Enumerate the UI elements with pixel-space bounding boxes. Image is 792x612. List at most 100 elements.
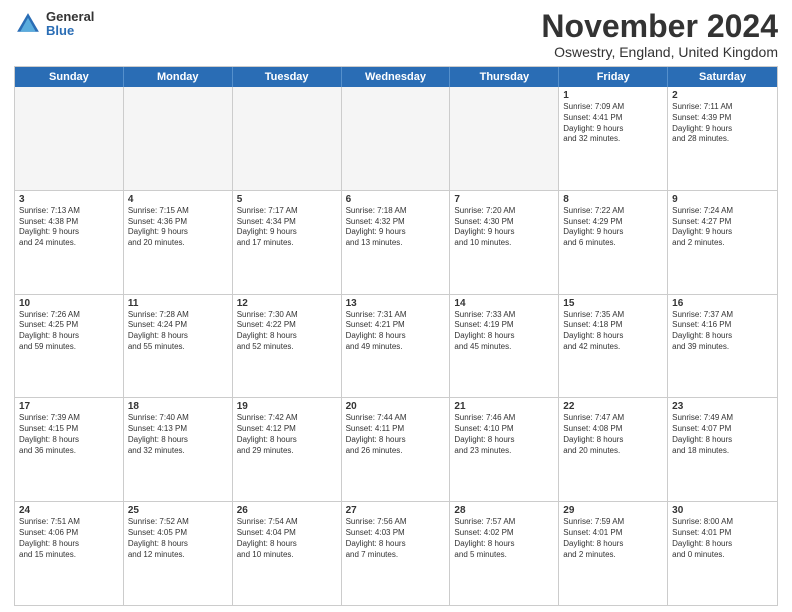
day-number: 9: [672, 194, 773, 205]
day-info: Sunrise: 8:00 AM Sunset: 4:01 PM Dayligh…: [672, 517, 773, 560]
day-info: Sunrise: 7:49 AM Sunset: 4:07 PM Dayligh…: [672, 413, 773, 456]
calendar-row: 1Sunrise: 7:09 AM Sunset: 4:41 PM Daylig…: [15, 87, 777, 190]
calendar-header-cell: Wednesday: [342, 67, 451, 87]
calendar-cell: 20Sunrise: 7:44 AM Sunset: 4:11 PM Dayli…: [342, 398, 451, 501]
calendar-cell: 9Sunrise: 7:24 AM Sunset: 4:27 PM Daylig…: [668, 191, 777, 294]
day-number: 27: [346, 505, 446, 516]
logo: General Blue: [14, 10, 94, 39]
day-number: 7: [454, 194, 554, 205]
calendar-cell: 18Sunrise: 7:40 AM Sunset: 4:13 PM Dayli…: [124, 398, 233, 501]
calendar-header-cell: Saturday: [668, 67, 777, 87]
calendar-cell: 6Sunrise: 7:18 AM Sunset: 4:32 PM Daylig…: [342, 191, 451, 294]
calendar-cell: 12Sunrise: 7:30 AM Sunset: 4:22 PM Dayli…: [233, 295, 342, 398]
logo-text: General Blue: [46, 10, 94, 39]
day-number: 1: [563, 90, 663, 101]
calendar-cell: 3Sunrise: 7:13 AM Sunset: 4:38 PM Daylig…: [15, 191, 124, 294]
calendar-cell: 26Sunrise: 7:54 AM Sunset: 4:04 PM Dayli…: [233, 502, 342, 605]
day-info: Sunrise: 7:42 AM Sunset: 4:12 PM Dayligh…: [237, 413, 337, 456]
calendar-header-cell: Friday: [559, 67, 668, 87]
page: General Blue November 2024 Oswestry, Eng…: [0, 0, 792, 612]
day-number: 8: [563, 194, 663, 205]
day-number: 11: [128, 298, 228, 309]
day-number: 13: [346, 298, 446, 309]
day-info: Sunrise: 7:40 AM Sunset: 4:13 PM Dayligh…: [128, 413, 228, 456]
day-info: Sunrise: 7:52 AM Sunset: 4:05 PM Dayligh…: [128, 517, 228, 560]
day-number: 10: [19, 298, 119, 309]
day-number: 21: [454, 401, 554, 412]
calendar-cell: 21Sunrise: 7:46 AM Sunset: 4:10 PM Dayli…: [450, 398, 559, 501]
day-number: 23: [672, 401, 773, 412]
day-info: Sunrise: 7:39 AM Sunset: 4:15 PM Dayligh…: [19, 413, 119, 456]
day-number: 26: [237, 505, 337, 516]
day-number: 12: [237, 298, 337, 309]
calendar: SundayMondayTuesdayWednesdayThursdayFrid…: [14, 66, 778, 606]
day-number: 24: [19, 505, 119, 516]
day-number: 15: [563, 298, 663, 309]
calendar-cell: 28Sunrise: 7:57 AM Sunset: 4:02 PM Dayli…: [450, 502, 559, 605]
logo-blue: Blue: [46, 24, 94, 38]
day-info: Sunrise: 7:15 AM Sunset: 4:36 PM Dayligh…: [128, 206, 228, 249]
calendar-cell: 10Sunrise: 7:26 AM Sunset: 4:25 PM Dayli…: [15, 295, 124, 398]
calendar-cell: 29Sunrise: 7:59 AM Sunset: 4:01 PM Dayli…: [559, 502, 668, 605]
day-info: Sunrise: 7:33 AM Sunset: 4:19 PM Dayligh…: [454, 310, 554, 353]
day-number: 28: [454, 505, 554, 516]
calendar-cell: 30Sunrise: 8:00 AM Sunset: 4:01 PM Dayli…: [668, 502, 777, 605]
day-number: 6: [346, 194, 446, 205]
calendar-header: SundayMondayTuesdayWednesdayThursdayFrid…: [15, 67, 777, 87]
calendar-cell: 4Sunrise: 7:15 AM Sunset: 4:36 PM Daylig…: [124, 191, 233, 294]
day-number: 2: [672, 90, 773, 101]
calendar-cell: 11Sunrise: 7:28 AM Sunset: 4:24 PM Dayli…: [124, 295, 233, 398]
calendar-cell: [342, 87, 451, 190]
day-info: Sunrise: 7:09 AM Sunset: 4:41 PM Dayligh…: [563, 102, 663, 145]
calendar-cell: [124, 87, 233, 190]
logo-icon: [14, 10, 42, 38]
calendar-row: 17Sunrise: 7:39 AM Sunset: 4:15 PM Dayli…: [15, 397, 777, 501]
logo-general: General: [46, 10, 94, 24]
calendar-header-cell: Tuesday: [233, 67, 342, 87]
calendar-cell: 25Sunrise: 7:52 AM Sunset: 4:05 PM Dayli…: [124, 502, 233, 605]
location: Oswestry, England, United Kingdom: [541, 44, 778, 60]
day-info: Sunrise: 7:24 AM Sunset: 4:27 PM Dayligh…: [672, 206, 773, 249]
day-info: Sunrise: 7:51 AM Sunset: 4:06 PM Dayligh…: [19, 517, 119, 560]
day-info: Sunrise: 7:44 AM Sunset: 4:11 PM Dayligh…: [346, 413, 446, 456]
day-info: Sunrise: 7:37 AM Sunset: 4:16 PM Dayligh…: [672, 310, 773, 353]
calendar-cell: 13Sunrise: 7:31 AM Sunset: 4:21 PM Dayli…: [342, 295, 451, 398]
day-info: Sunrise: 7:59 AM Sunset: 4:01 PM Dayligh…: [563, 517, 663, 560]
day-number: 3: [19, 194, 119, 205]
month-title: November 2024: [541, 10, 778, 42]
day-number: 22: [563, 401, 663, 412]
calendar-cell: 14Sunrise: 7:33 AM Sunset: 4:19 PM Dayli…: [450, 295, 559, 398]
day-info: Sunrise: 7:13 AM Sunset: 4:38 PM Dayligh…: [19, 206, 119, 249]
calendar-cell: [450, 87, 559, 190]
day-info: Sunrise: 7:26 AM Sunset: 4:25 PM Dayligh…: [19, 310, 119, 353]
day-info: Sunrise: 7:22 AM Sunset: 4:29 PM Dayligh…: [563, 206, 663, 249]
calendar-cell: 15Sunrise: 7:35 AM Sunset: 4:18 PM Dayli…: [559, 295, 668, 398]
calendar-cell: 22Sunrise: 7:47 AM Sunset: 4:08 PM Dayli…: [559, 398, 668, 501]
title-block: November 2024 Oswestry, England, United …: [541, 10, 778, 60]
calendar-cell: 2Sunrise: 7:11 AM Sunset: 4:39 PM Daylig…: [668, 87, 777, 190]
day-number: 4: [128, 194, 228, 205]
day-number: 5: [237, 194, 337, 205]
calendar-cell: [15, 87, 124, 190]
day-info: Sunrise: 7:30 AM Sunset: 4:22 PM Dayligh…: [237, 310, 337, 353]
calendar-cell: 24Sunrise: 7:51 AM Sunset: 4:06 PM Dayli…: [15, 502, 124, 605]
calendar-cell: 1Sunrise: 7:09 AM Sunset: 4:41 PM Daylig…: [559, 87, 668, 190]
day-number: 19: [237, 401, 337, 412]
calendar-cell: 5Sunrise: 7:17 AM Sunset: 4:34 PM Daylig…: [233, 191, 342, 294]
calendar-row: 10Sunrise: 7:26 AM Sunset: 4:25 PM Dayli…: [15, 294, 777, 398]
day-number: 25: [128, 505, 228, 516]
day-number: 16: [672, 298, 773, 309]
calendar-cell: 17Sunrise: 7:39 AM Sunset: 4:15 PM Dayli…: [15, 398, 124, 501]
day-info: Sunrise: 7:28 AM Sunset: 4:24 PM Dayligh…: [128, 310, 228, 353]
day-info: Sunrise: 7:57 AM Sunset: 4:02 PM Dayligh…: [454, 517, 554, 560]
day-info: Sunrise: 7:56 AM Sunset: 4:03 PM Dayligh…: [346, 517, 446, 560]
calendar-body: 1Sunrise: 7:09 AM Sunset: 4:41 PM Daylig…: [15, 87, 777, 605]
calendar-cell: 16Sunrise: 7:37 AM Sunset: 4:16 PM Dayli…: [668, 295, 777, 398]
calendar-cell: 7Sunrise: 7:20 AM Sunset: 4:30 PM Daylig…: [450, 191, 559, 294]
day-info: Sunrise: 7:18 AM Sunset: 4:32 PM Dayligh…: [346, 206, 446, 249]
day-number: 17: [19, 401, 119, 412]
day-number: 14: [454, 298, 554, 309]
calendar-cell: 23Sunrise: 7:49 AM Sunset: 4:07 PM Dayli…: [668, 398, 777, 501]
calendar-header-cell: Monday: [124, 67, 233, 87]
day-number: 29: [563, 505, 663, 516]
